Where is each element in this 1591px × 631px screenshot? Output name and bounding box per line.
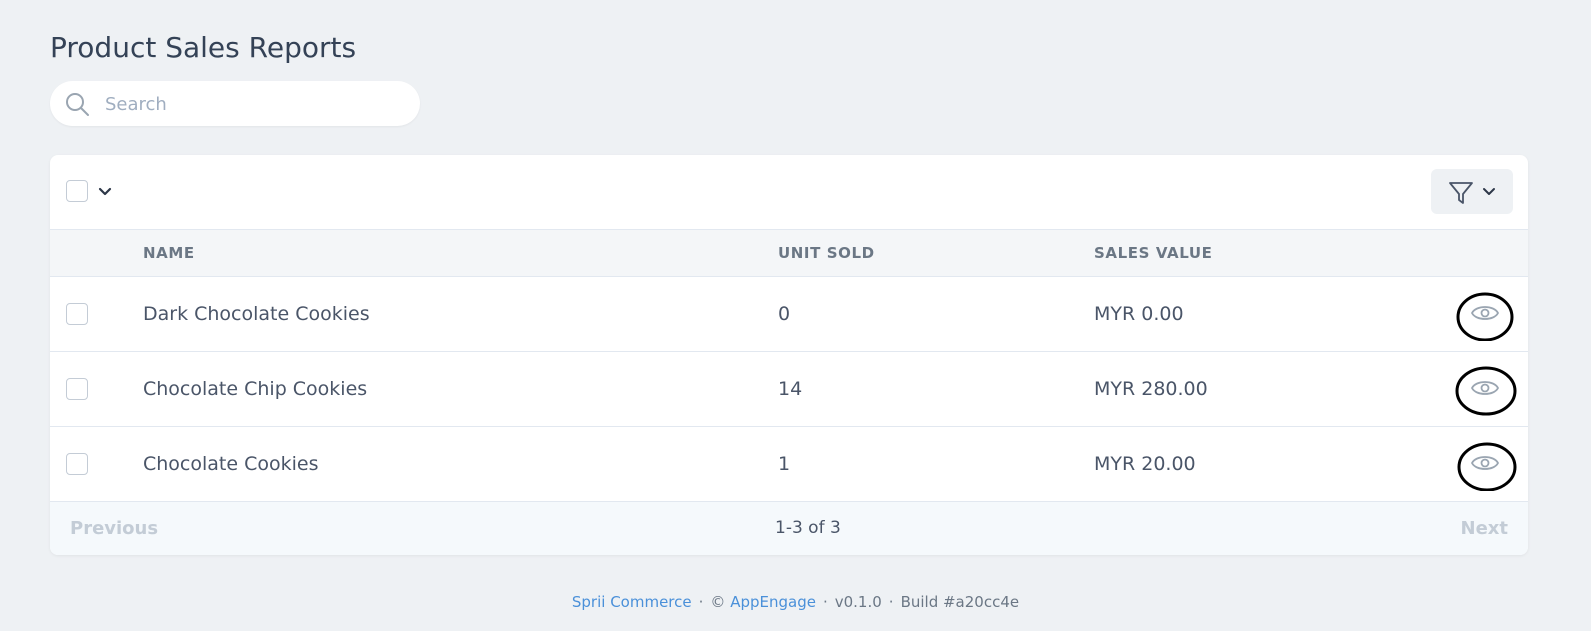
table-header: NAME UNIT SOLD SALES VALUE — [50, 229, 1528, 277]
eye-icon — [1470, 456, 1500, 470]
footer-build: Build #a20cc4e — [900, 593, 1020, 611]
row-checkbox[interactable] — [66, 453, 88, 475]
row-checkbox[interactable] — [66, 378, 88, 400]
footer-separator: · — [822, 593, 828, 611]
reports-card: NAME UNIT SOLD SALES VALUE Dark Chocolat… — [50, 155, 1528, 555]
chevron-down-icon — [1483, 188, 1495, 195]
search-input[interactable] — [103, 81, 407, 128]
sales-value: MYR 0.00 — [1094, 303, 1184, 325]
footer-company-link[interactable]: AppEngage — [730, 593, 816, 611]
units-sold: 14 — [778, 378, 803, 400]
product-name: Chocolate Cookies — [143, 453, 319, 475]
footer-separator: · — [888, 593, 894, 611]
footer-brand-link[interactable]: Sprii Commerce — [572, 593, 692, 611]
pagination: Previous 1-3 of 3 Next — [50, 502, 1528, 555]
footer-version: v0.1.0 — [834, 593, 882, 611]
column-header-units-sold[interactable]: UNIT SOLD — [778, 230, 875, 276]
next-button[interactable]: Next — [1461, 502, 1509, 555]
eye-icon — [1470, 381, 1500, 395]
table-toolbar — [50, 155, 1528, 229]
view-button[interactable] — [1455, 366, 1517, 416]
search-icon — [66, 93, 89, 116]
table-row: Dark Chocolate Cookies 0 MYR 0.00 — [50, 277, 1528, 352]
chevron-down-icon[interactable] — [96, 183, 114, 201]
previous-button[interactable]: Previous — [70, 502, 158, 555]
page-title: Product Sales Reports — [50, 31, 357, 64]
filter-icon — [1449, 182, 1473, 204]
column-header-name[interactable]: NAME — [143, 230, 195, 276]
units-sold: 1 — [778, 453, 791, 475]
units-sold: 0 — [778, 303, 791, 325]
select-all-checkbox[interactable] — [66, 180, 88, 202]
table-row: Chocolate Cookies 1 MYR 20.00 — [50, 427, 1528, 502]
view-button[interactable] — [1455, 441, 1517, 491]
column-header-sales-value[interactable]: SALES VALUE — [1094, 230, 1213, 276]
product-name: Dark Chocolate Cookies — [143, 303, 370, 325]
product-name: Chocolate Chip Cookies — [143, 378, 368, 400]
sales-value: MYR 20.00 — [1094, 453, 1196, 475]
footer: Sprii Commerce · © AppEngage · v0.1.0 · Build … — [0, 590, 1591, 614]
view-button[interactable] — [1455, 291, 1517, 341]
copyright-symbol: © — [710, 593, 726, 611]
pagination-range: 1-3 of 3 — [775, 518, 841, 538]
filter-button[interactable] — [1431, 169, 1513, 214]
row-checkbox[interactable] — [66, 303, 88, 325]
table-row: Chocolate Chip Cookies 14 MYR 280.00 — [50, 352, 1528, 427]
eye-icon — [1470, 306, 1500, 320]
footer-separator: · — [698, 593, 704, 611]
sales-value: MYR 280.00 — [1094, 378, 1208, 400]
search-box — [50, 81, 420, 128]
